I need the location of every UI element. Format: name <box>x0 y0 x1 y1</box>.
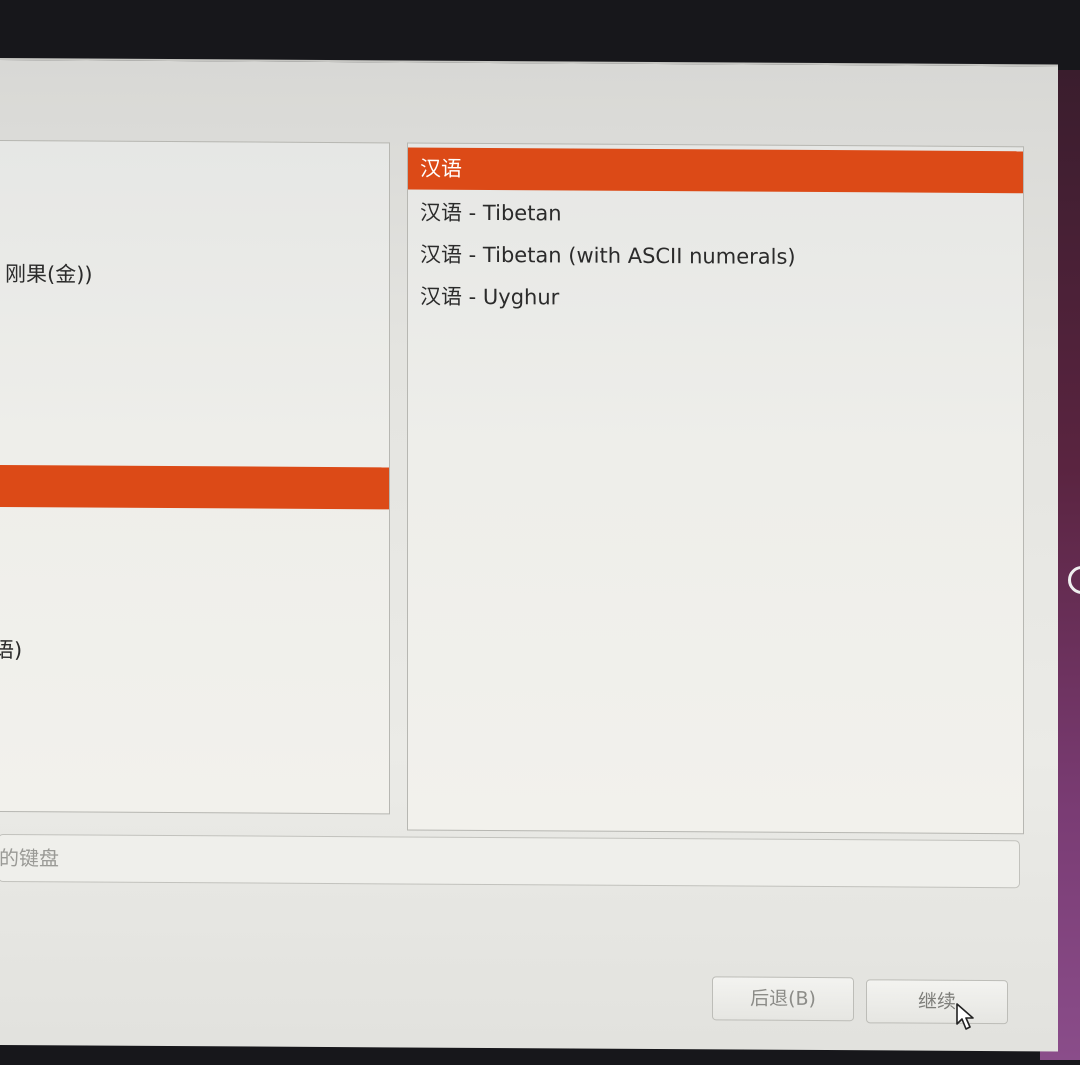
mouse-pointer-icon <box>956 1003 974 1030</box>
layout-list-item[interactable]: 刚果(金)) <box>0 253 389 297</box>
layout-list-item[interactable]: 语) <box>0 629 389 673</box>
installer-keyboard-window: 刚果(金)) 语) 汉语 汉语 - Tibetan 汉语 - Tibetan (… <box>0 58 1058 1052</box>
screen: 刚果(金)) 语) 汉语 汉语 - Tibetan 汉语 - Tibetan (… <box>0 0 1080 1065</box>
variant-list-item[interactable]: 汉语 - Uyghur <box>408 275 1023 321</box>
keyboard-layout-list[interactable]: 刚果(金)) 语) <box>0 139 390 815</box>
back-button[interactable]: 后退(B) <box>712 976 854 1022</box>
variant-list-item[interactable]: 汉语 - Tibetan <box>408 191 1023 237</box>
variant-list-item-label: 汉语 - Uyghur <box>420 284 560 310</box>
keyboard-test-placeholder: 的键盘 <box>0 845 59 871</box>
continue-button[interactable]: 继续 <box>866 979 1008 1025</box>
keyboard-variant-list[interactable]: 汉语 汉语 - Tibetan 汉语 - Tibetan (with ASCII… <box>407 142 1024 835</box>
layout-list-item-selected[interactable] <box>0 464 389 510</box>
layout-list-item-label: 刚果(金)) <box>5 262 93 287</box>
variant-list-item-selected[interactable]: 汉语 <box>408 147 1023 194</box>
variant-list-item-label: 汉语 <box>420 156 462 181</box>
variant-list-item[interactable]: 汉语 - Tibetan (with ASCII numerals) <box>408 233 1023 279</box>
variant-list-item-label: 汉语 - Tibetan (with ASCII numerals) <box>420 242 796 269</box>
keyboard-test-input[interactable]: 的键盘 <box>0 833 1020 889</box>
layout-list-item-label: 语) <box>0 637 23 663</box>
variant-list-item-label: 汉语 - Tibetan <box>420 200 562 226</box>
